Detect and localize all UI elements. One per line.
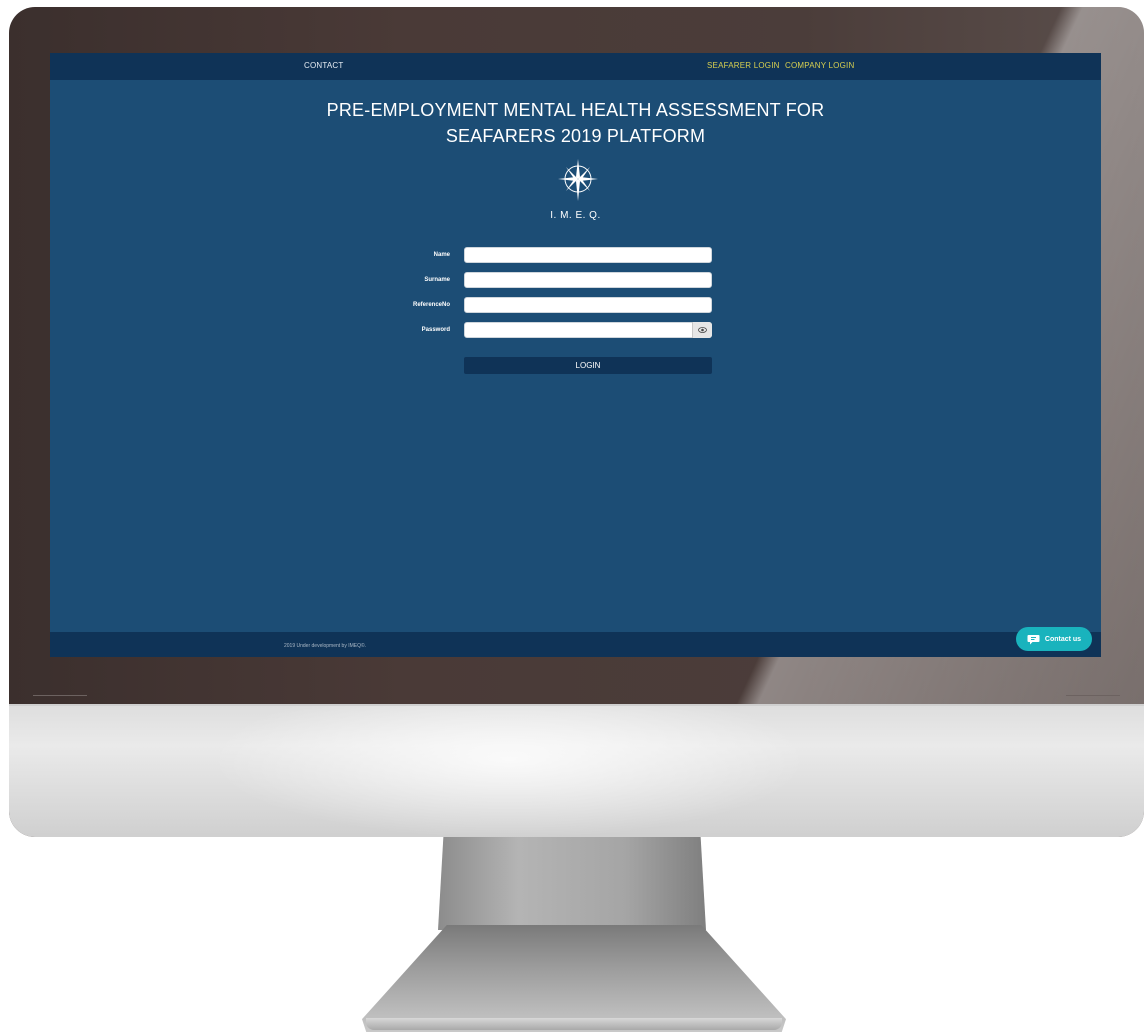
show-password-button[interactable] [692,322,712,338]
screen: CONTACT SEAFARER LOGIN COMPANY LOGIN PRE… [50,53,1101,657]
page-title-line2: SEAFARERS 2019 PLATFORM [445,126,706,146]
bezel-line [33,695,87,696]
monitor-stand-neck [438,837,706,930]
name-input[interactable] [464,247,712,263]
eye-icon [698,327,707,333]
page-title-line1: PRE-EMPLOYMENT MENTAL HEALTH ASSESSMENT … [326,100,825,120]
contact-us-button[interactable]: Contact us [1016,627,1092,651]
chin-shine [209,706,809,837]
password-label: Password [421,327,450,333]
name-label: Name [433,252,450,258]
footer-text: 2019 Under development by IMEQ©. [284,643,367,649]
monitor-stand-base [362,925,786,1032]
password-input[interactable] [464,322,712,338]
reference-label: ReferenceNo [412,302,450,308]
logo-text: I. M. E. Q. [550,210,601,221]
nav-contact-link[interactable]: CONTACT [304,61,343,70]
nav-company-login-link[interactable]: COMPANY LOGIN [785,61,854,70]
top-navbar: CONTACT SEAFARER LOGIN COMPANY LOGIN [50,53,1101,80]
reference-input[interactable] [464,297,712,313]
chat-bubble-icon [1027,634,1040,644]
surname-input[interactable] [464,272,712,288]
page-title: PRE-EMPLOYMENT MENTAL HEALTH ASSESSMENT … [50,97,1101,149]
bezel-line [1066,695,1120,696]
monitor-chin [9,704,1144,837]
login-button[interactable]: LOGIN [464,357,712,374]
footer: 2019 Under development by IMEQ©. [50,632,1101,657]
surname-label: Surname [424,277,450,283]
contact-us-label: Contact us [1044,635,1082,643]
nav-seafarer-login-link[interactable]: SEAFARER LOGIN [707,61,780,70]
monitor-stand-edge [366,1018,782,1030]
compass-logo-icon [558,159,598,201]
